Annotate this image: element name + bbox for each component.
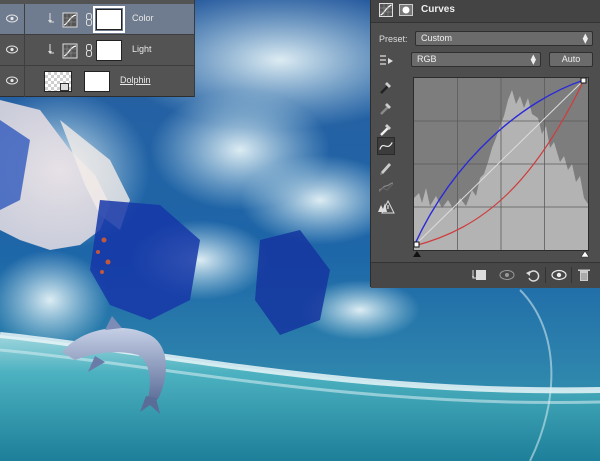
layer-mask-thumbnail[interactable] [93,6,125,33]
layer-row-dolphin[interactable]: Dolphin [0,66,194,97]
footer-divider [545,267,546,283]
curves-graph[interactable] [413,77,589,251]
panel-title: Curves [421,4,455,15]
pencil-draw-icon[interactable] [377,158,395,176]
preset-dropdown[interactable]: Custom ▲ ▼ [415,31,593,46]
properties-header: Curves [371,0,600,23]
white-point-eyedropper-icon[interactable] [377,120,395,138]
curve-edit-points-icon[interactable] [377,137,395,155]
link-chain-icon[interactable] [86,13,92,26]
auto-button[interactable]: Auto [549,52,593,67]
curves-adjustment-icon [62,43,78,59]
properties-panel: Curves Preset: Custom ▲ ▼ RGB ▲ ▼ Auto [370,0,600,288]
reset-icon[interactable] [525,268,541,282]
clipping-arrow-icon [48,44,54,54]
layer-row-light[interactable]: Light [0,35,194,66]
layer-mask-thumbnail[interactable] [84,71,110,92]
curve-point-black[interactable] [414,241,420,248]
layers-panel: Color Light Dolphin [0,0,195,97]
view-previous-state-icon[interactable] [499,268,515,282]
clipping-arrow-icon [48,13,54,23]
channel-value: RGB [417,54,437,64]
row-divider [24,66,25,97]
clipping-warning-icon[interactable] [377,198,395,216]
row-divider [24,4,25,35]
visibility-eye-icon[interactable] [6,76,18,85]
black-point-eyedropper-icon[interactable] [377,78,395,96]
preset-label: Preset: [379,34,408,44]
input-levels-slider[interactable] [413,250,589,258]
layer-mask-thumbnail[interactable] [96,40,122,61]
row-divider [24,35,25,66]
mask-icon[interactable] [399,3,413,17]
curve-point-white[interactable] [580,78,587,84]
curves-adjustment-icon [62,12,78,28]
visibility-eye-icon[interactable] [6,14,18,23]
smart-object-badge-icon [60,83,69,91]
layer-name: Light [132,44,152,54]
preset-value: Custom [421,33,453,43]
layer-row-color[interactable]: Color [0,4,194,35]
footer-divider [571,267,572,283]
visibility-eye-icon[interactable] [6,45,18,54]
on-image-adjust-icon[interactable] [377,52,395,70]
layer-name: Color [132,13,154,23]
clip-to-layer-icon[interactable] [471,268,487,282]
channel-dropdown[interactable]: RGB ▲ ▼ [411,52,541,67]
link-chain-icon[interactable] [86,44,92,57]
smooth-curve-icon[interactable] [377,178,395,196]
delete-icon[interactable] [576,268,592,282]
chevron-updown-icon: ▲ ▼ [530,53,536,66]
properties-footer [371,262,600,288]
layer-name: Dolphin [120,75,151,85]
visibility-icon[interactable] [551,268,567,282]
curves-adjustment-icon[interactable] [379,3,393,17]
chevron-updown-icon: ▲ ▼ [582,32,588,45]
gray-point-eyedropper-icon[interactable] [377,99,395,117]
